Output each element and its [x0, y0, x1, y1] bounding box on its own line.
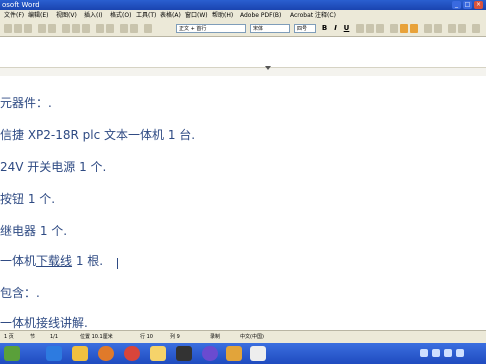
undo-icon[interactable]: [96, 24, 104, 33]
paste-icon[interactable]: [82, 24, 90, 33]
status-col: 列 9: [170, 334, 180, 340]
zoom-icon[interactable]: [144, 24, 152, 33]
status-bar: 1 页 节 1/1 位置 10.1厘米 行 10 列 9 录制 中文(中国): [0, 330, 486, 343]
indent-icon[interactable]: [424, 24, 432, 33]
columns-icon[interactable]: [130, 24, 138, 33]
bold-button[interactable]: B: [320, 24, 329, 33]
status-at: 位置 10.1厘米: [80, 334, 113, 340]
status-rec[interactable]: 录制: [210, 331, 220, 343]
underline-button[interactable]: U: [342, 24, 351, 33]
print-icon[interactable]: [38, 24, 46, 33]
font-color-icon[interactable]: [410, 24, 418, 33]
menu-item-acrobat[interactable]: Acrobat 注释(C): [290, 10, 336, 22]
align-left-icon[interactable]: [356, 24, 364, 33]
menu-bar: 文件(F) 编辑(E) 视图(V) 插入(I) 格式(O) 工具(T) 表格(A…: [0, 10, 486, 22]
outdent-icon[interactable]: [434, 24, 442, 33]
more-icon[interactable]: [472, 24, 480, 33]
terminal-icon[interactable]: [176, 346, 192, 361]
highlight-icon[interactable]: [400, 24, 408, 33]
start-icon[interactable]: [4, 346, 20, 361]
save-icon[interactable]: [24, 24, 32, 33]
text-cursor: [117, 258, 118, 269]
app-icon[interactable]: [202, 346, 218, 361]
menu-item-tools[interactable]: 工具(T): [136, 10, 156, 22]
border-icon[interactable]: [448, 24, 456, 33]
menu-item-file[interactable]: 文件(F): [4, 10, 24, 22]
tray-icon[interactable]: [444, 349, 452, 357]
open-icon[interactable]: [14, 24, 22, 33]
ie-icon[interactable]: [46, 346, 62, 361]
font-size-select[interactable]: 四号: [294, 24, 316, 33]
tray-icon[interactable]: [420, 349, 428, 357]
status-lang: 中文(中国): [240, 334, 264, 340]
align-right-icon[interactable]: [376, 24, 384, 33]
menu-item-table[interactable]: 表格(A): [160, 10, 181, 22]
maximize-button[interactable]: □: [463, 1, 472, 9]
tray-icon[interactable]: [432, 349, 440, 357]
status-row: 行 10: [140, 334, 153, 340]
copy-icon[interactable]: [72, 24, 80, 33]
word-icon[interactable]: [250, 346, 266, 361]
menu-item-insert[interactable]: 插入(I): [84, 10, 102, 22]
doc-line: 继电器 1 个.: [0, 224, 68, 238]
close-button[interactable]: ×: [474, 1, 483, 9]
menu-item-view[interactable]: 视图(V): [56, 10, 77, 22]
menu-item-edit[interactable]: 编辑(E): [28, 10, 48, 22]
status-position: 1/1: [50, 334, 59, 340]
status-page: 1 页: [4, 334, 14, 340]
tray-icon[interactable]: [456, 349, 464, 357]
media-icon[interactable]: [98, 346, 114, 361]
plc-icon[interactable]: [226, 346, 242, 361]
underlined-word: 下载线: [36, 254, 73, 268]
preview-icon[interactable]: [48, 24, 56, 33]
shading-icon[interactable]: [458, 24, 466, 33]
font-select[interactable]: 宋体: [250, 24, 290, 33]
window-titlebar: osoft Word _ □ ×: [0, 0, 486, 10]
menu-item-window[interactable]: 窗口(W): [185, 10, 208, 22]
ruler-area: [0, 37, 486, 77]
menu-item-help[interactable]: 帮助(H): [212, 10, 233, 22]
align-center-icon[interactable]: [366, 24, 374, 33]
folder-icon[interactable]: [72, 346, 88, 361]
numbering-icon[interactable]: [390, 24, 398, 33]
doc-line-download-cable: 一体机下载线 1 根.: [0, 254, 104, 268]
window-title: osoft Word: [2, 1, 40, 9]
status-section: 节: [30, 334, 36, 340]
doc-line: 24V 开关电源 1 个.: [0, 160, 107, 174]
redo-icon[interactable]: [106, 24, 114, 33]
document-page[interactable]: 元器件：. 信捷 XP2-18R plc 文本一体机 1 台. 24V 开关电源…: [0, 76, 486, 330]
menu-item-adobe-pdf[interactable]: Adobe PDF(B): [240, 10, 281, 22]
table-icon[interactable]: [120, 24, 128, 33]
doc-line: 一体机接线讲解.: [0, 316, 88, 330]
new-icon[interactable]: [4, 24, 12, 33]
minimize-button[interactable]: _: [452, 1, 461, 9]
cut-icon[interactable]: [62, 24, 70, 33]
chrome-icon[interactable]: [124, 346, 140, 361]
style-select[interactable]: 正文 + 首行: [176, 24, 246, 33]
italic-button[interactable]: I: [331, 24, 340, 33]
indent-marker[interactable]: [265, 66, 271, 70]
doc-line: 信捷 XP2-18R plc 文本一体机 1 台.: [0, 128, 196, 142]
menu-item-format[interactable]: 格式(O): [110, 10, 131, 22]
formatting-toolbar: 正文 + 首行 宋体 四号 B I U: [0, 22, 486, 37]
doc-line: 元器件：.: [0, 96, 52, 110]
taskbar: [0, 343, 486, 364]
doc-line: 包含：.: [0, 286, 40, 300]
explorer-icon[interactable]: [150, 346, 166, 361]
doc-line: 按钮 1 个.: [0, 192, 56, 206]
